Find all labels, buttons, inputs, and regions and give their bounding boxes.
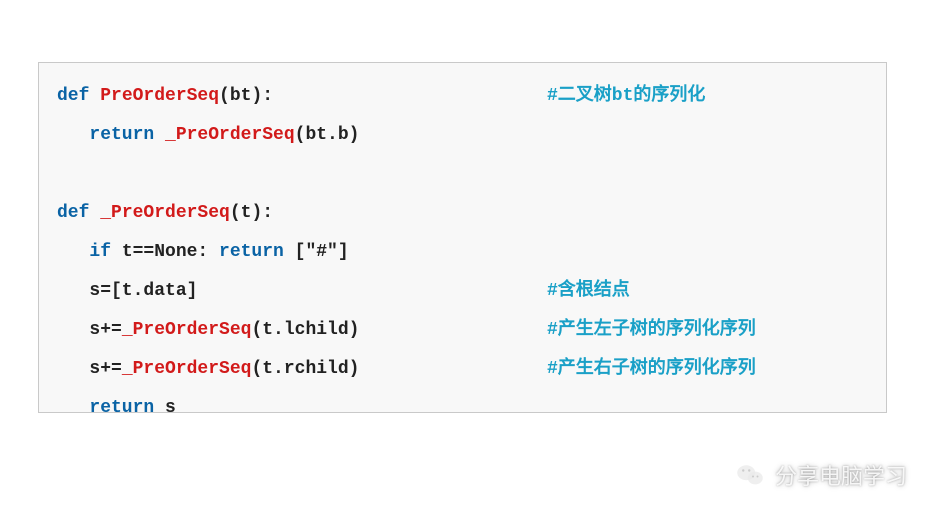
- code-text: s=[t.data]: [57, 272, 547, 311]
- code-text: def PreOrderSeq(bt):: [57, 77, 547, 116]
- code-text: return s: [57, 389, 547, 413]
- code-text: s+=_PreOrderSeq(t.rchild): [57, 350, 547, 389]
- code-block: def PreOrderSeq(bt):#二叉树bt的序列化 return _P…: [38, 62, 887, 413]
- wechat-icon: [735, 460, 765, 490]
- code-text: if t==None: return ["#"]: [57, 233, 547, 272]
- code-comment: #产生右子树的序列化序列: [547, 350, 756, 389]
- code-line: [57, 155, 868, 194]
- code-line: s+=_PreOrderSeq(t.lchild)#产生左子树的序列化序列: [57, 311, 868, 350]
- code-line: return _PreOrderSeq(bt.b): [57, 116, 868, 155]
- code-text: def _PreOrderSeq(t):: [57, 194, 547, 233]
- code-line: s=[t.data]#含根结点: [57, 272, 868, 311]
- code-line: if t==None: return ["#"]: [57, 233, 868, 272]
- watermark: 分享电脑学习: [735, 459, 907, 491]
- code-text: return _PreOrderSeq(bt.b): [57, 116, 547, 155]
- code-comment: #含根结点: [547, 272, 630, 311]
- code-text: [57, 155, 547, 194]
- code-comment: #二叉树bt的序列化: [547, 77, 705, 116]
- watermark-text: 分享电脑学习: [775, 459, 907, 491]
- code-line: def PreOrderSeq(bt):#二叉树bt的序列化: [57, 77, 868, 116]
- code-line: def _PreOrderSeq(t):: [57, 194, 868, 233]
- code-comment: #产生左子树的序列化序列: [547, 311, 756, 350]
- code-line: return s: [57, 389, 868, 413]
- code-line: s+=_PreOrderSeq(t.rchild)#产生右子树的序列化序列: [57, 350, 868, 389]
- code-text: s+=_PreOrderSeq(t.lchild): [57, 311, 547, 350]
